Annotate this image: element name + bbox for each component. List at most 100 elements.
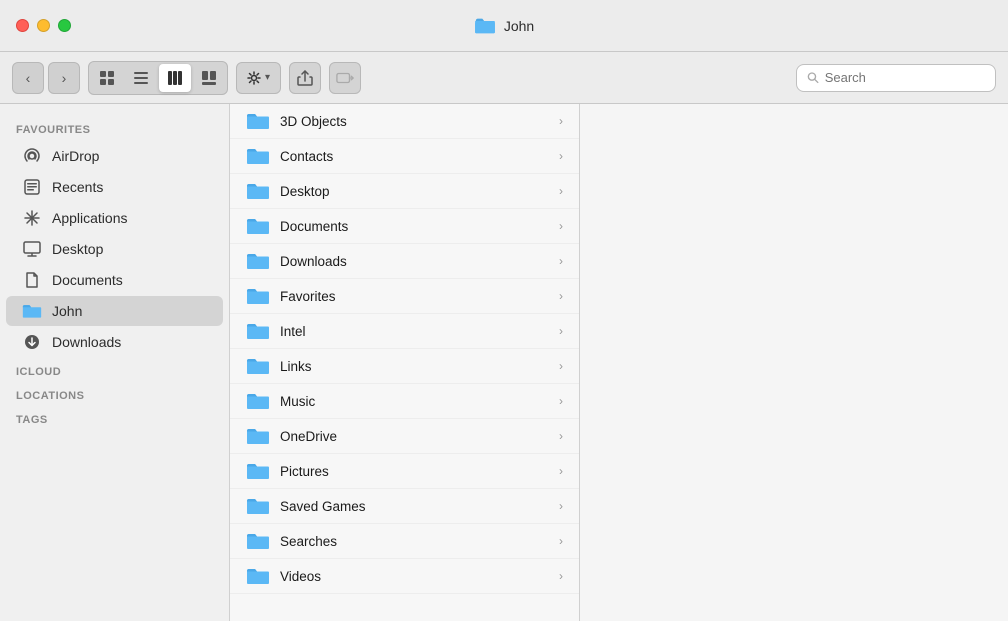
list-item[interactable]: Favorites› bbox=[230, 279, 579, 314]
view-column-button[interactable] bbox=[159, 64, 191, 92]
forward-button[interactable]: › bbox=[48, 62, 80, 94]
sidebar: Favourites AirDrop Recents bbox=[0, 104, 230, 621]
list-item[interactable]: Searches› bbox=[230, 524, 579, 559]
folder-icon bbox=[246, 391, 270, 411]
forward-icon: › bbox=[62, 70, 67, 86]
sidebar-item-recents[interactable]: Recents bbox=[6, 172, 223, 202]
file-name: OneDrive bbox=[280, 429, 337, 444]
tag-button[interactable] bbox=[329, 62, 361, 94]
file-list: 3D Objects› Contacts › Desktop › Documents… bbox=[230, 104, 580, 621]
sidebar-item-label: Documents bbox=[52, 272, 123, 288]
folder-icon bbox=[246, 251, 270, 271]
sidebar-header-tags: Tags bbox=[0, 406, 229, 430]
folder-icon bbox=[246, 426, 270, 446]
chevron-right-icon: › bbox=[559, 464, 563, 478]
folder-icon bbox=[246, 216, 270, 236]
window-title: John bbox=[504, 18, 534, 34]
list-item[interactable]: 3D Objects› bbox=[230, 104, 579, 139]
sidebar-item-john[interactable]: John bbox=[6, 296, 223, 326]
list-item[interactable]: Videos› bbox=[230, 559, 579, 594]
window-controls bbox=[16, 19, 71, 32]
list-item[interactable]: Desktop › bbox=[230, 174, 579, 209]
list-icon bbox=[133, 70, 149, 86]
folder-icon bbox=[246, 461, 270, 481]
folder-icon bbox=[246, 531, 270, 551]
documents-icon bbox=[22, 270, 42, 290]
list-item[interactable]: Links › bbox=[230, 349, 579, 384]
file-name: Contacts bbox=[280, 149, 333, 164]
chevron-right-icon: › bbox=[559, 394, 563, 408]
folder-icon bbox=[246, 181, 270, 201]
file-name: Downloads bbox=[280, 254, 347, 269]
back-icon: ‹ bbox=[26, 70, 31, 86]
chevron-right-icon: › bbox=[559, 359, 563, 373]
toolbar: ‹ › bbox=[0, 52, 1008, 104]
grid-icon bbox=[99, 70, 115, 86]
chevron-right-icon: › bbox=[559, 184, 563, 198]
recents-icon bbox=[22, 177, 42, 197]
file-name: Desktop bbox=[280, 184, 330, 199]
sidebar-item-label: Recents bbox=[52, 179, 103, 195]
desktop-icon bbox=[22, 239, 42, 259]
gallery-icon bbox=[201, 70, 217, 86]
chevron-right-icon: › bbox=[559, 324, 563, 338]
view-list-button[interactable] bbox=[125, 64, 157, 92]
list-item[interactable]: Documents› bbox=[230, 209, 579, 244]
list-item[interactable]: Saved Games › bbox=[230, 489, 579, 524]
minimize-button[interactable] bbox=[37, 19, 50, 32]
sidebar-item-airdrop[interactable]: AirDrop bbox=[6, 141, 223, 171]
view-gallery-button[interactable] bbox=[193, 64, 225, 92]
share-button[interactable] bbox=[289, 62, 321, 94]
search-input[interactable] bbox=[825, 70, 985, 85]
list-item[interactable]: Intel › bbox=[230, 314, 579, 349]
search-icon bbox=[807, 71, 819, 84]
sidebar-item-label: Downloads bbox=[52, 334, 121, 350]
folder-icon bbox=[246, 356, 270, 376]
list-item[interactable]: OneDrive › bbox=[230, 419, 579, 454]
chevron-right-icon: › bbox=[559, 534, 563, 548]
sidebar-item-downloads[interactable]: Downloads bbox=[6, 327, 223, 357]
file-name: Music bbox=[280, 394, 315, 409]
sidebar-header-favourites: Favourites bbox=[0, 116, 229, 140]
chevron-right-icon: › bbox=[559, 149, 563, 163]
folder-icon bbox=[246, 566, 270, 586]
view-icon-button[interactable] bbox=[91, 64, 123, 92]
file-name: Links bbox=[280, 359, 312, 374]
main-content: Favourites AirDrop Recents bbox=[0, 104, 1008, 621]
list-item[interactable]: Downloads › bbox=[230, 244, 579, 279]
sidebar-item-applications[interactable]: Applications bbox=[6, 203, 223, 233]
maximize-button[interactable] bbox=[58, 19, 71, 32]
sidebar-item-documents[interactable]: Documents bbox=[6, 265, 223, 295]
folder-icon bbox=[246, 321, 270, 341]
close-button[interactable] bbox=[16, 19, 29, 32]
nav-buttons: ‹ › bbox=[12, 62, 80, 94]
downloads-icon bbox=[22, 332, 42, 352]
list-item[interactable]: Contacts › bbox=[230, 139, 579, 174]
file-name: Favorites bbox=[280, 289, 336, 304]
folder-icon bbox=[246, 496, 270, 516]
chevron-down-icon: ▾ bbox=[265, 72, 270, 83]
file-name: Saved Games bbox=[280, 499, 366, 514]
file-name: Intel bbox=[280, 324, 306, 339]
folder-icon bbox=[246, 111, 270, 131]
sidebar-header-locations: Locations bbox=[0, 382, 229, 406]
back-button[interactable]: ‹ bbox=[12, 62, 44, 94]
list-item[interactable]: Pictures› bbox=[230, 454, 579, 489]
folder-icon bbox=[246, 286, 270, 306]
gear-icon bbox=[247, 71, 261, 85]
tag-icon bbox=[336, 70, 354, 86]
group-button[interactable]: ▾ bbox=[236, 62, 281, 94]
chevron-right-icon: › bbox=[559, 499, 563, 513]
applications-icon bbox=[22, 208, 42, 228]
search-bar[interactable] bbox=[796, 64, 996, 92]
sidebar-item-label: John bbox=[52, 303, 82, 319]
chevron-right-icon: › bbox=[559, 429, 563, 443]
title-folder-icon bbox=[474, 17, 496, 35]
chevron-right-icon: › bbox=[559, 254, 563, 268]
column-icon bbox=[167, 70, 183, 86]
title-area: John bbox=[474, 17, 534, 35]
sidebar-header-icloud: iCloud bbox=[0, 358, 229, 382]
list-item[interactable]: Music › bbox=[230, 384, 579, 419]
share-icon bbox=[297, 70, 313, 86]
sidebar-item-desktop[interactable]: Desktop bbox=[6, 234, 223, 264]
